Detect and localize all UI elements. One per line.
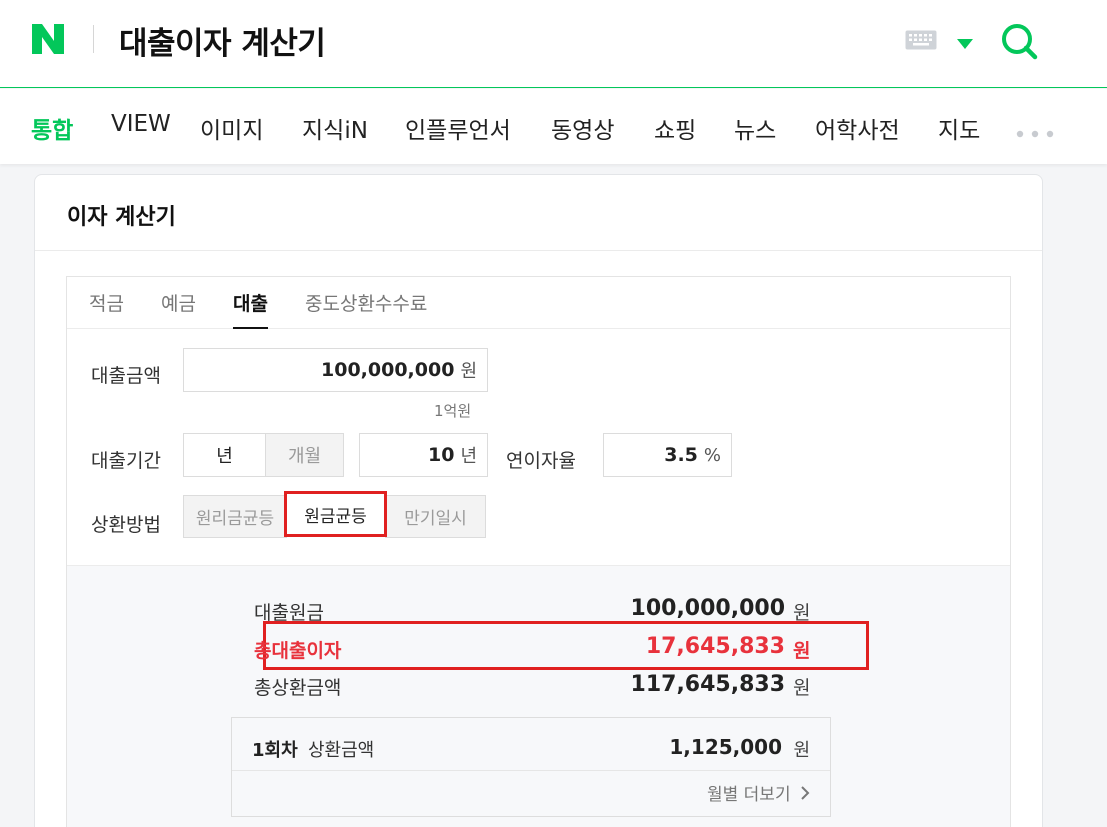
more-dots-icon[interactable]: [1016, 123, 1054, 138]
tab-images[interactable]: 이미지: [200, 111, 263, 145]
loan-period-value: 10: [427, 444, 455, 466]
tab-view[interactable]: VIEW: [111, 111, 171, 137]
keyboard-icon[interactable]: [905, 30, 937, 50]
total-repayment-value: 117,645,833: [630, 672, 785, 697]
loan-period-unit: 년: [460, 446, 477, 467]
tab-deposit[interactable]: 예금: [161, 289, 196, 327]
repayment-method-label: 상환방법: [91, 514, 161, 536]
total-interest-label: 총대출이자: [254, 640, 342, 662]
installment-value: 1,125,000: [669, 735, 782, 759]
chevron-right-icon: [800, 785, 810, 805]
loan-amount-input[interactable]: 100,000,000 원: [183, 348, 488, 392]
repayment-option-bullet[interactable]: 만기일시: [385, 495, 486, 538]
tab-savings[interactable]: 적금: [89, 289, 124, 327]
search-header: 대출이자 계산기: [0, 0, 1107, 88]
interest-rate-input[interactable]: 3.5 %: [603, 433, 732, 477]
search-icon[interactable]: [1000, 22, 1038, 60]
principal-value: 100,000,000: [630, 596, 785, 621]
tab-loan[interactable]: 대출: [233, 289, 268, 329]
interest-calculator-card: 이자 계산기 적금 예금 대출 중도상환수수료 대출금액 100,000,000…: [34, 174, 1043, 827]
interest-rate-unit: %: [703, 444, 721, 466]
tab-map[interactable]: 지도: [938, 111, 980, 145]
tab-shopping[interactable]: 쇼핑: [654, 111, 696, 145]
total-interest-value: 17,645,833: [645, 634, 785, 659]
loan-period-label: 대출기간: [91, 450, 161, 472]
installment-unit: 원: [793, 740, 810, 761]
monthly-more-link[interactable]: 월별 더보기: [707, 780, 810, 805]
divider: [35, 250, 1042, 251]
tab-dictionary[interactable]: 어학사전: [815, 111, 900, 145]
header-divider: [93, 25, 94, 53]
interest-rate-value: 3.5: [664, 444, 698, 466]
interest-rate-label: 연이자율: [506, 450, 576, 472]
divider: [232, 770, 830, 771]
calculator-tabs: 적금 예금 대출 중도상환수수료: [67, 277, 1010, 329]
tab-video[interactable]: 동영상: [551, 111, 614, 145]
loan-amount-label: 대출금액: [91, 365, 161, 387]
total-repayment-unit: 원: [793, 677, 811, 699]
total-interest-unit: 원: [793, 640, 811, 662]
loan-period-input[interactable]: 10 년: [359, 433, 488, 477]
loan-amount-unit: 원: [460, 361, 477, 382]
installment-box: 1회차 상환금액 1,125,000 원 월별 더보기: [231, 717, 831, 817]
tab-knowledge-in[interactable]: 지식iN: [302, 111, 368, 145]
repayment-option-equal-principal[interactable]: 원금균등: [284, 491, 387, 537]
installment-round: 1회차: [252, 740, 298, 761]
search-query-title[interactable]: 대출이자 계산기: [119, 18, 326, 63]
tab-news[interactable]: 뉴스: [734, 111, 776, 145]
autocomplete-dropdown-icon[interactable]: [957, 34, 973, 49]
monthly-more-label: 월별 더보기: [706, 785, 791, 805]
loan-amount-value: 100,000,000: [321, 359, 455, 381]
total-repayment-label: 총상환금액: [254, 677, 342, 699]
tab-influencer[interactable]: 인플루언서: [405, 111, 511, 145]
calculator-panel: 적금 예금 대출 중도상환수수료 대출금액 100,000,000 원 1억원 …: [66, 276, 1011, 827]
repayment-option-equal-payment[interactable]: 원리금균등: [183, 495, 287, 538]
installment-label: 상환금액: [308, 740, 375, 761]
tab-prepayment-fee[interactable]: 중도상환수수료: [305, 289, 427, 327]
loan-amount-korean-note: 1억원: [434, 402, 472, 420]
search-tab-bar: 통합 VIEW 이미지 지식iN 인플루언서 동영상 쇼핑 뉴스 어학사전 지도: [0, 89, 1107, 164]
period-unit-year[interactable]: 년: [183, 433, 266, 477]
card-title: 이자 계산기: [67, 205, 176, 230]
period-unit-month[interactable]: 개월: [265, 433, 344, 477]
tab-integrated[interactable]: 통합: [31, 111, 73, 145]
naver-logo-icon[interactable]: [30, 22, 66, 56]
